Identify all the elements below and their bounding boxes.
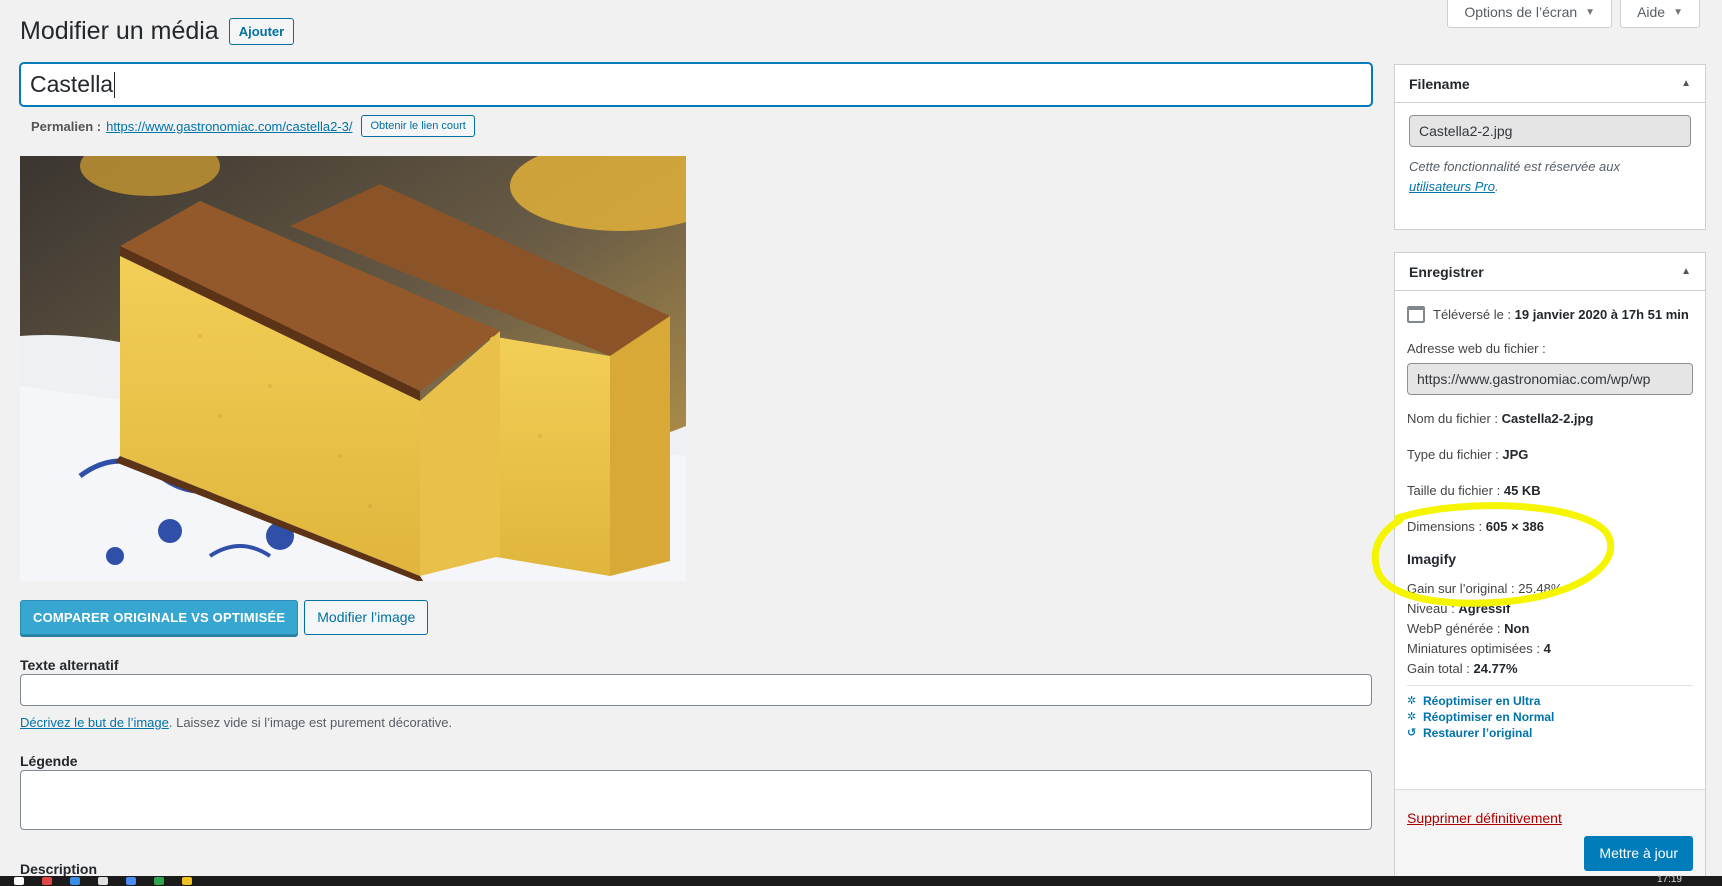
app-icon[interactable] [154,877,164,885]
filename-box: Filename ▲ Castella2-2.jpg Cette fonctio… [1394,64,1706,230]
restore-icon: ↺ [1407,727,1417,739]
save-box-title: Enregistrer [1409,263,1484,280]
file-size-label: Taille du fichier : [1407,483,1501,498]
text-cursor [114,71,116,98]
file-type-row: Type du fichier : JPG [1407,445,1693,465]
help-label: Aide [1637,4,1666,20]
imagify-level-value: Agressif [1458,601,1511,616]
uploaded-date: Téléversé le : 19 janvier 2020 à 17h 51 … [1407,305,1693,325]
gear-icon: ✲ [1407,711,1417,723]
pro-note-suffix: . [1494,179,1499,194]
edit-image-button[interactable]: Modifier l’image [304,600,429,635]
file-name-row: Nom du fichier : Castella2-2.jpg [1407,409,1693,429]
app-icon[interactable] [98,877,108,885]
get-shortlink-button[interactable]: Obtenir le lien court [361,115,475,137]
imagify-total-row: Gain total : 24.77% [1407,659,1693,679]
imagify-webp-value: Non [1504,621,1530,636]
permalink-row: Permalien : https://www.gastronomiac.com… [31,115,475,137]
uploaded-label: Téléversé le : [1433,307,1512,322]
pro-users-link[interactable]: utilisateurs Pro [1409,179,1495,194]
save-box-header[interactable]: Enregistrer ▲ [1395,253,1705,291]
imagify-level-row: Niveau : Agressif [1407,599,1693,619]
image-actions: COMPARER ORIGINALE VS OPTIMISÉE Modifier… [20,600,429,635]
imagify-webp-row: WebP générée : Non [1407,619,1693,639]
imagify-webp-label: WebP générée : [1407,621,1501,636]
restore-original-link[interactable]: ↺ Restaurer l’original [1407,725,1693,741]
uploaded-value: 19 janvier 2020 à 17h 51 min [1514,307,1689,322]
alt-text-help: Décrivez le but de l’image. Laissez vide… [20,715,452,730]
caret-down-icon: ▼ [1585,6,1596,18]
file-url-label: Adresse web du fichier : [1407,341,1546,356]
file-size-value: 45 KB [1503,483,1541,498]
imagify-level-label: Niveau : [1407,601,1455,616]
imagify-actions: ✲ Réoptimiser en Ultra ✲ Réoptimiser en … [1407,685,1693,741]
imagify-gain-label: Gain sur l’original : [1407,581,1515,596]
screen-meta-links: Options de l’écran ▼ Aide ▼ [1447,0,1700,28]
start-icon[interactable] [14,877,24,885]
alt-text-input[interactable] [20,674,1372,706]
permalink-url[interactable]: https://www.gastronomiac.com/castella2-3… [106,119,352,134]
os-taskbar: 17:19 [0,874,1722,886]
page-header: Modifier un média Ajouter [20,17,295,46]
file-type-value: JPG [1502,447,1529,462]
save-box: Enregistrer ▲ Téléversé le : 19 janvier … [1394,252,1706,880]
castella-cake-illustration [20,156,686,581]
description-label: Description [20,861,98,877]
caption-textarea[interactable] [20,770,1372,830]
title-input-value: Castella [30,71,114,97]
reoptimize-normal-label: Réoptimiser en Normal [1423,710,1555,724]
imagify-thumbs-label: Miniatures optimisées : [1407,641,1540,656]
help-button[interactable]: Aide ▼ [1620,0,1700,28]
caption-label: Légende [20,753,78,769]
filename-input[interactable]: Castella2-2.jpg [1409,115,1691,147]
collapse-arrow-icon[interactable]: ▲ [1681,78,1691,89]
app-icon[interactable] [126,877,136,885]
imagify-total-label: Gain total : [1407,661,1470,676]
reoptimize-ultra-link[interactable]: ✲ Réoptimiser en Ultra [1407,693,1693,709]
imagify-total-value: 24.77% [1473,661,1518,676]
file-name-value: Castella2-2.jpg [1501,411,1594,426]
delete-permanently-link[interactable]: Supprimer définitivement [1407,810,1562,826]
title-input[interactable]: Castella [20,63,1372,106]
app-icon[interactable] [70,877,80,885]
pro-feature-note: Cette fonctionnalité est réservée aux ut… [1409,157,1691,197]
imagify-thumbs-row: Miniatures optimisées : 4 [1407,639,1693,659]
reoptimize-normal-link[interactable]: ✲ Réoptimiser en Normal [1407,709,1693,725]
file-name-label: Nom du fichier : [1407,411,1499,426]
taskbar-clock: 17:19 [1656,874,1682,885]
compare-original-button[interactable]: COMPARER ORIGINALE VS OPTIMISÉE [20,600,299,635]
collapse-arrow-icon[interactable]: ▲ [1681,266,1691,277]
update-button[interactable]: Mettre à jour [1584,836,1693,871]
screen-options-label: Options de l’écran [1464,4,1578,20]
app-icon[interactable] [182,877,192,885]
screen-options-button[interactable]: Options de l’écran ▼ [1447,0,1613,28]
alt-text-help-text: . Laissez vide si l’image est purement d… [168,715,453,730]
permalink-label: Permalien : [31,118,102,134]
reoptimize-ultra-label: Réoptimiser en Ultra [1423,694,1541,708]
add-new-button[interactable]: Ajouter [228,18,295,45]
file-url-input[interactable]: https://www.gastronomiac.com/wp/wp [1407,363,1693,395]
dimensions-row: Dimensions : 605 × 386 [1407,517,1693,537]
file-type-label: Type du fichier : [1407,447,1499,462]
file-size-row: Taille du fichier : 45 KB [1407,481,1693,501]
page-title: Modifier un média [20,17,219,45]
caret-down-icon: ▼ [1673,6,1683,18]
media-preview-image [20,156,686,581]
filename-box-title: Filename [1409,75,1470,92]
pro-note-text: Cette fonctionnalité est réservée aux [1409,159,1621,174]
imagify-thumbs-value: 4 [1543,641,1551,656]
alt-text-label: Texte alternatif [20,657,119,673]
dimensions-label: Dimensions : [1407,519,1483,534]
major-publishing-actions: Supprimer définitivement Mettre à jour [1395,789,1705,879]
imagify-gain-value: 25.48% [1518,581,1563,596]
restore-original-label: Restaurer l’original [1423,726,1533,740]
gear-icon: ✲ [1407,695,1417,707]
filename-box-header[interactable]: Filename ▲ [1395,65,1705,103]
app-icon[interactable] [42,877,52,885]
alt-text-help-link[interactable]: Décrivez le but de l’image [20,715,169,730]
imagify-gain-row: Gain sur l’original : 25.48% [1407,579,1693,599]
imagify-title: Imagify [1407,551,1457,567]
calendar-icon [1407,306,1425,323]
dimensions-value: 605 × 386 [1485,519,1544,534]
